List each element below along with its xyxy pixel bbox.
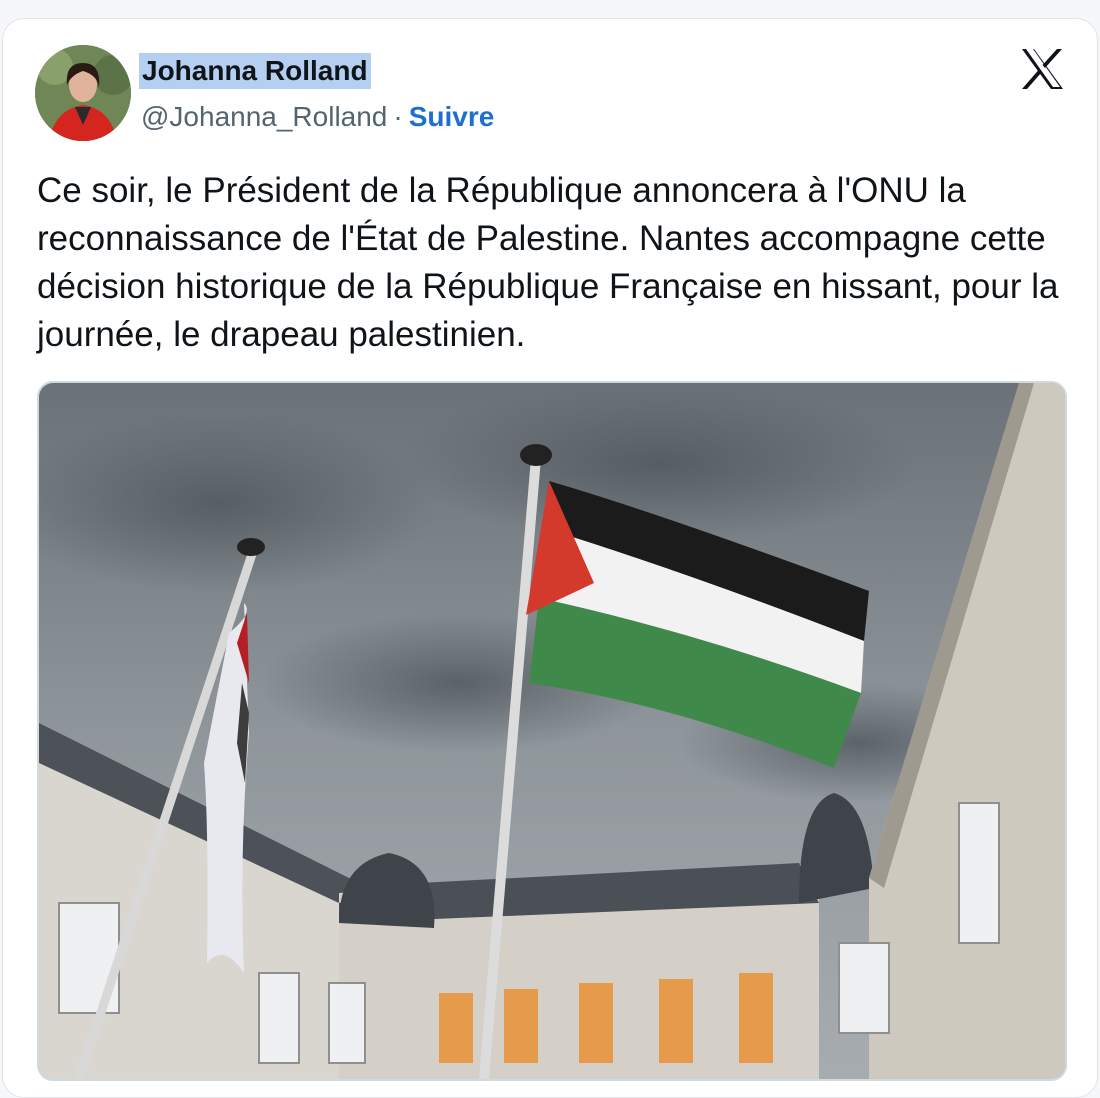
- author-name[interactable]: Johanna Rolland: [139, 53, 371, 89]
- flag-photo-illustration: [39, 383, 1065, 1079]
- x-logo-icon[interactable]: [1019, 47, 1065, 91]
- separator-dot: ·: [393, 101, 403, 132]
- author-avatar[interactable]: [35, 45, 131, 141]
- author-handle[interactable]: @Johanna_Rolland: [141, 101, 387, 132]
- tweet-text: Ce soir, le Président de la République a…: [37, 171, 1059, 354]
- handle-row: @Johanna_Rolland · Suivre: [141, 99, 494, 135]
- tweet-media-photo[interactable]: [37, 381, 1067, 1081]
- follow-button[interactable]: Suivre: [409, 101, 495, 132]
- tweet-card: Johanna Rolland @Johanna_Rolland · Suivre …: [2, 18, 1098, 1098]
